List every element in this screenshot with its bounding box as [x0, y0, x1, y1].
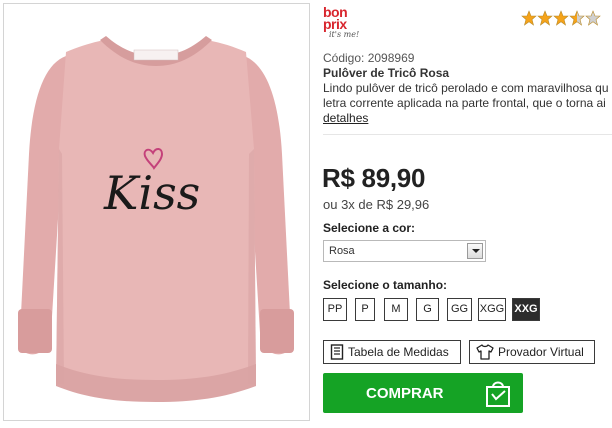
product-name: Pulôver de Tricô Rosa: [323, 66, 450, 80]
size-option-m[interactable]: M: [384, 298, 408, 321]
brand-logo-text: bon prix: [323, 4, 348, 32]
size-option-g[interactable]: G: [416, 298, 439, 321]
chevron-down-icon[interactable]: [467, 243, 483, 259]
details-link[interactable]: detalhes: [323, 111, 368, 125]
rating-stars[interactable]: [521, 10, 601, 26]
sweater-print-text: Kiss: [103, 166, 200, 220]
size-label: Selecione o tamanho:: [323, 278, 448, 292]
shopping-bag-icon: [486, 381, 510, 407]
buy-button-label: COMPRAR: [366, 385, 444, 402]
shirt-icon: [476, 344, 494, 360]
color-label: Selecione a cor:: [323, 221, 416, 235]
installments-text: ou 3x de R$ 29,96: [323, 197, 430, 212]
divider: [323, 134, 612, 135]
star-icon[interactable]: [553, 10, 569, 26]
size-chart-button[interactable]: Tabela de Medidas: [323, 340, 461, 364]
color-select[interactable]: Rosa: [323, 240, 486, 262]
ruler-icon: [330, 344, 344, 360]
product-code: Código: 2098969: [323, 51, 415, 65]
brand-logo[interactable]: bon prix it's me!: [323, 4, 363, 40]
size-option-gg[interactable]: GG: [447, 298, 472, 321]
description-line: Lindo pulôver de tricô perolado e com ma…: [323, 81, 609, 95]
product-image[interactable]: Kiss: [4, 4, 309, 420]
product-description: Lindo pulôver de tricô perolado e com ma…: [323, 81, 612, 111]
size-option-p[interactable]: P: [355, 298, 375, 321]
buy-button[interactable]: COMPRAR: [323, 373, 523, 413]
description-line: letra corrente aplicada na parte frontal…: [323, 96, 606, 110]
brand-tagline: it's me!: [329, 30, 360, 39]
star-icon[interactable]: [537, 10, 553, 26]
virtual-fitting-label: Provador Virtual: [498, 345, 584, 359]
product-price: R$ 89,90: [322, 163, 426, 193]
size-option-xxg[interactable]: XXG: [512, 298, 540, 321]
size-option-xgg[interactable]: XGG: [478, 298, 506, 321]
product-image-frame[interactable]: Kiss: [3, 3, 310, 421]
star-icon[interactable]: [521, 10, 537, 26]
star-icon[interactable]: [585, 10, 601, 26]
color-select-value: Rosa: [329, 245, 355, 257]
virtual-fitting-button[interactable]: Provador Virtual: [469, 340, 595, 364]
size-chart-label: Tabela de Medidas: [348, 345, 449, 359]
size-option-pp[interactable]: PP: [323, 298, 347, 321]
star-icon[interactable]: [569, 10, 585, 26]
